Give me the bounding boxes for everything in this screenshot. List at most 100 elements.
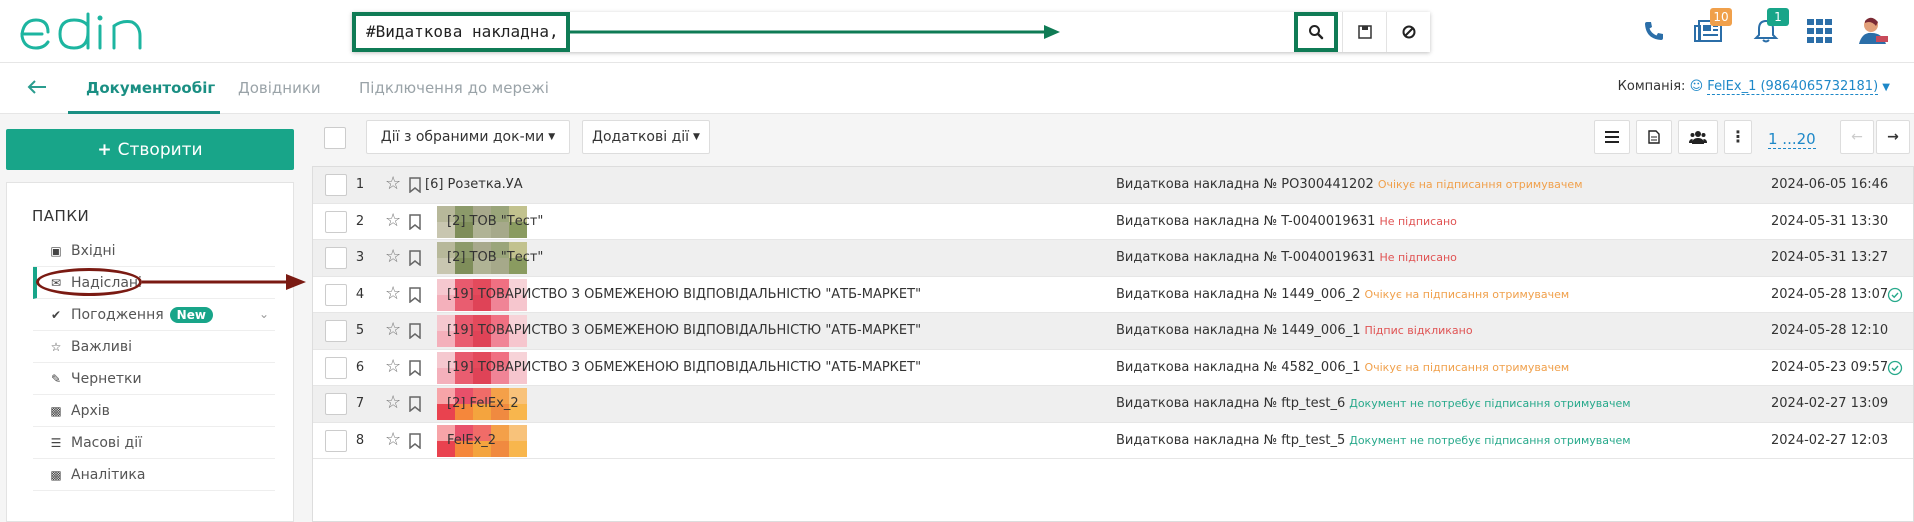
next-page-button[interactable]: → [1876, 120, 1910, 154]
caret-down-icon: ▼ [693, 132, 700, 142]
arrow-right-icon: → [1887, 129, 1899, 145]
counterparty-name[interactable]: [19] ТОВАРИСТВО З ОБМЕЖЕНОЮ ВІДПОВІДАЛЬН… [447, 360, 921, 375]
star-icon[interactable]: ☆ [385, 210, 401, 231]
clear-search-button[interactable] [1386, 12, 1430, 52]
row-checkbox[interactable] [325, 393, 347, 415]
row-number: 6 [355, 359, 365, 375]
folder-important[interactable]: ☆ Важливі [33, 331, 275, 363]
row-checkbox[interactable] [325, 320, 347, 342]
create-button[interactable]: + Створити [6, 129, 294, 170]
document-title[interactable]: Видаткова накладна № ftp_test_6 Документ … [1116, 396, 1631, 411]
counterparty-name[interactable]: [2] FelEx_2 [447, 396, 519, 411]
folder-label: Погодження [71, 306, 164, 323]
row-checkbox[interactable] [325, 247, 347, 269]
bookmark-icon[interactable] [409, 396, 421, 412]
row-checkbox[interactable] [325, 429, 347, 452]
table-row[interactable]: 3 ☆ [2] ТОВ "Тест" Видаткова накладна № T-0… [313, 240, 1913, 277]
star-icon[interactable]: ☆ [385, 246, 401, 267]
tab-document-flow[interactable]: Документообіг [86, 79, 215, 97]
folder-label: Архів [71, 402, 110, 419]
back-arrow-icon[interactable] [26, 77, 48, 103]
group-view-button[interactable] [1678, 120, 1718, 154]
document-title[interactable]: Видаткова накладна № T-0040019631 Не підп… [1116, 250, 1457, 265]
star-icon[interactable]: ☆ [385, 319, 401, 340]
bookmark-icon[interactable] [409, 213, 421, 230]
star-icon[interactable]: ☆ [385, 283, 401, 304]
chevron-down-icon[interactable]: ⌄ [259, 307, 269, 321]
additional-actions-dropdown[interactable]: Додаткові дії ▼ [582, 120, 710, 154]
tab-network-connection[interactable]: Підключення до мережі [359, 79, 549, 97]
bookmark-icon[interactable] [409, 432, 421, 449]
star-icon[interactable]: ☆ [385, 392, 401, 413]
folder-archive[interactable]: ▩ Архів [33, 395, 275, 427]
bookmark-icon[interactable] [409, 250, 421, 266]
previous-page-button[interactable]: ← [1840, 120, 1874, 154]
counterparty-name[interactable]: [19] ТОВАРИСТВО З ОБМЕЖЕНОЮ ВІДПОВІДАЛЬН… [447, 323, 921, 338]
folder-analytics[interactable]: ▩ Аналітика [33, 459, 275, 491]
list-view-button[interactable] [1594, 120, 1630, 154]
document-status: Очікує на підписання отримувачем [1377, 178, 1583, 191]
star-icon[interactable]: ☆ [385, 429, 401, 450]
search-input[interactable]: #Видаткова накладна, [352, 12, 570, 52]
folder-bulk-actions[interactable]: ☰ Масові дії [33, 427, 275, 459]
row-checkbox[interactable] [325, 283, 347, 306]
row-number: 3 [355, 250, 365, 265]
company-selector[interactable]: Компанія: ☺ FelEx_1 (9864065732181) ▼ [1618, 79, 1890, 95]
bookmark-icon[interactable] [409, 359, 421, 376]
company-value[interactable]: FelEx_1 (9864065732181) [1707, 79, 1879, 95]
counterparty-name[interactable]: [2] ТОВ "Тест" [447, 250, 543, 265]
folder-approval[interactable]: ✔ Погодження New ⌄ [33, 299, 275, 331]
document-title[interactable]: Видаткова накладна № PO300441202 Очікує н… [1116, 177, 1583, 192]
table-row[interactable]: 6 ☆ [19] ТОВАРИСТВО З ОБМЕЖЕНОЮ ВІДПОВІДАЛ… [313, 350, 1913, 386]
counterparty-name[interactable]: FelEx_2 [447, 433, 496, 448]
tab-directories[interactable]: Довідники [238, 79, 321, 97]
save-search-button[interactable] [1342, 12, 1386, 52]
selected-actions-dropdown[interactable]: Дії з обраними док-ми ▼ [366, 120, 570, 154]
counterparty-name[interactable]: [19] ТОВАРИСТВО З ОБМЕЖЕНОЮ ВІДПОВІДАЛЬН… [447, 287, 921, 302]
bulk-icon: ☰ [50, 435, 62, 450]
bookmark-icon[interactable] [409, 286, 421, 303]
table-row[interactable]: 4 ☆ [19] ТОВАРИСТВО З ОБМЕЖЕНОЮ ВІДПОВІДАЛ… [313, 277, 1913, 313]
folder-inbox[interactable]: ▣ Вхідні [33, 235, 275, 267]
caret-down-icon: ▼ [1882, 82, 1890, 93]
more-options-button[interactable]: ⋮ [1724, 120, 1752, 154]
bookmark-icon[interactable] [409, 323, 421, 339]
document-title[interactable]: Видаткова накладна № 1449_006_1 Підпис ві… [1116, 323, 1473, 338]
select-all-checkbox[interactable] [324, 127, 346, 149]
row-checkbox[interactable] [325, 174, 347, 196]
table-row[interactable]: 1 ☆ [6] Розетка.УА Видаткова накладна № PO3… [313, 167, 1913, 204]
document-status: Документ не потребує підписання отримува… [1349, 433, 1631, 447]
news-icon[interactable]: 10 [1692, 8, 1732, 48]
arrow-left-icon: ← [1851, 129, 1863, 145]
document-view-button[interactable] [1636, 120, 1672, 154]
document-date: 2024-05-31 13:30 [1771, 213, 1889, 229]
document-number: Видаткова накладна № T-0040019631 [1116, 250, 1376, 265]
apps-grid-icon[interactable] [1803, 14, 1837, 48]
search-button[interactable] [1294, 12, 1338, 52]
document-title[interactable]: Видаткова накладна № T-0040019631 Не підп… [1116, 214, 1457, 229]
counterparty-name[interactable]: [6] Розетка.УА [425, 177, 523, 192]
document-date: 2024-02-27 13:09 [1771, 396, 1889, 411]
document-status: Очікує на підписання отримувачем [1364, 360, 1570, 374]
bookmark-icon[interactable] [409, 177, 421, 193]
document-number: Видаткова накладна № 1449_006_2 [1116, 286, 1361, 302]
phone-icon[interactable] [1637, 14, 1671, 48]
bell-icon[interactable]: 1 [1749, 8, 1789, 48]
folder-drafts[interactable]: ✎ Чернетки [33, 363, 275, 395]
document-status: Документ не потребує підписання отримува… [1349, 397, 1631, 410]
star-icon[interactable]: ☆ [385, 356, 401, 377]
document-title[interactable]: Видаткова накладна № 4582_006_1 Очікує на… [1116, 360, 1569, 375]
row-checkbox[interactable] [325, 356, 347, 379]
edin-logo[interactable] [18, 12, 158, 56]
table-row[interactable]: 5 ☆ [19] ТОВАРИСТВО З ОБМЕЖЕНОЮ ВІДПОВІДАЛ… [313, 313, 1913, 350]
counterparty-name[interactable]: [2] ТОВ "Тест" [447, 214, 543, 229]
table-row[interactable]: 8 ☆ FelEx_2 Видаткова накладна № ftp_test_5… [313, 423, 1913, 459]
document-title[interactable]: Видаткова накладна № ftp_test_5 Документ … [1116, 433, 1631, 448]
avatar[interactable] [1856, 14, 1890, 48]
row-checkbox[interactable] [325, 210, 347, 233]
page-range[interactable]: 1 ...20 [1768, 130, 1816, 149]
star-icon[interactable]: ☆ [385, 173, 401, 194]
document-title[interactable]: Видаткова накладна № 1449_006_2 Очікує на… [1116, 287, 1569, 302]
table-row[interactable]: 7 ☆ [2] FelEx_2 Видаткова накладна № ftp_te… [313, 386, 1913, 423]
table-row[interactable]: 2 ☆ [2] ТОВ "Тест" Видаткова накладна № T-0… [313, 204, 1913, 240]
